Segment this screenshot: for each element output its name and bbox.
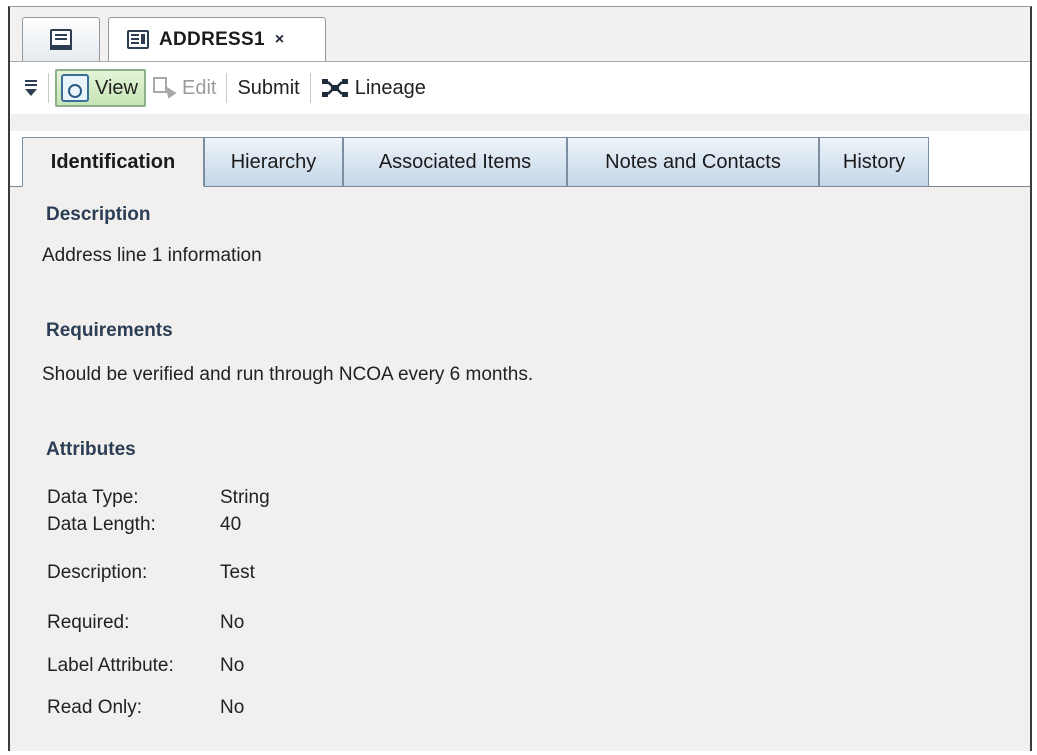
- tab-notes-and-contacts[interactable]: Notes and Contacts: [567, 137, 819, 186]
- tab-hierarchy[interactable]: Hierarchy: [204, 137, 343, 186]
- view-icon: [61, 74, 89, 102]
- document-tab-address1[interactable]: ADDRESS1 ×: [108, 17, 326, 61]
- close-tab-icon[interactable]: ×: [275, 31, 284, 49]
- toolbar: View Edit Submit Lineage: [10, 62, 1030, 114]
- attribute-value: Test: [220, 562, 255, 583]
- object-window: ADDRESS1 × View Edit Submit Lineage Iden…: [8, 6, 1032, 751]
- edit-button[interactable]: Edit: [146, 69, 222, 107]
- document-tab-bar: ADDRESS1 ×: [10, 7, 1030, 62]
- lineage-icon: [321, 79, 348, 97]
- toolbar-separator: [226, 73, 228, 103]
- view-label: View: [95, 76, 138, 99]
- menu-dropdown-icon: [24, 77, 38, 99]
- lineage-label: Lineage: [354, 76, 426, 99]
- attribute-value: No: [220, 612, 245, 633]
- submit-label: Submit: [237, 76, 300, 99]
- attribute-value: No: [220, 655, 245, 676]
- attribute-value: String: [220, 487, 270, 508]
- attribute-key: Required:: [47, 612, 130, 633]
- attribute-value: No: [220, 697, 245, 718]
- description-text: Address line 1 information: [42, 245, 262, 266]
- toolbar-separator: [48, 73, 49, 103]
- toolbar-menu-button[interactable]: [18, 69, 44, 107]
- attributes-heading: Attributes: [46, 439, 136, 460]
- home-window-icon: [50, 29, 72, 50]
- tab-history[interactable]: History: [819, 137, 929, 186]
- view-button[interactable]: View: [55, 69, 146, 107]
- tab-associated-items[interactable]: Associated Items: [343, 137, 567, 186]
- home-tab[interactable]: [22, 17, 100, 61]
- lineage-button[interactable]: Lineage: [315, 69, 432, 107]
- data-item-icon: [127, 30, 149, 49]
- attribute-key: Label Attribute:: [47, 655, 174, 676]
- tab-identification[interactable]: Identification: [22, 137, 204, 187]
- requirements-text: Should be verified and run through NCOA …: [42, 364, 534, 385]
- submit-button[interactable]: Submit: [231, 69, 305, 107]
- content-tab-bar: Identification Hierarchy Associated Item…: [10, 131, 1030, 187]
- attribute-key: Description:: [47, 562, 148, 583]
- attribute-key: Read Only:: [47, 697, 143, 718]
- identification-panel: Description Address line 1 information R…: [10, 187, 1030, 751]
- attribute-value: 40: [220, 514, 242, 535]
- toolbar-separator: [309, 73, 311, 103]
- edit-label: Edit: [182, 76, 217, 99]
- document-tab-label: ADDRESS1: [159, 28, 265, 50]
- requirements-heading: Requirements: [46, 320, 173, 341]
- attribute-key: Data Length:: [47, 514, 156, 535]
- attribute-key: Data Type:: [47, 487, 139, 508]
- edit-icon: [152, 76, 176, 100]
- description-heading: Description: [46, 204, 151, 225]
